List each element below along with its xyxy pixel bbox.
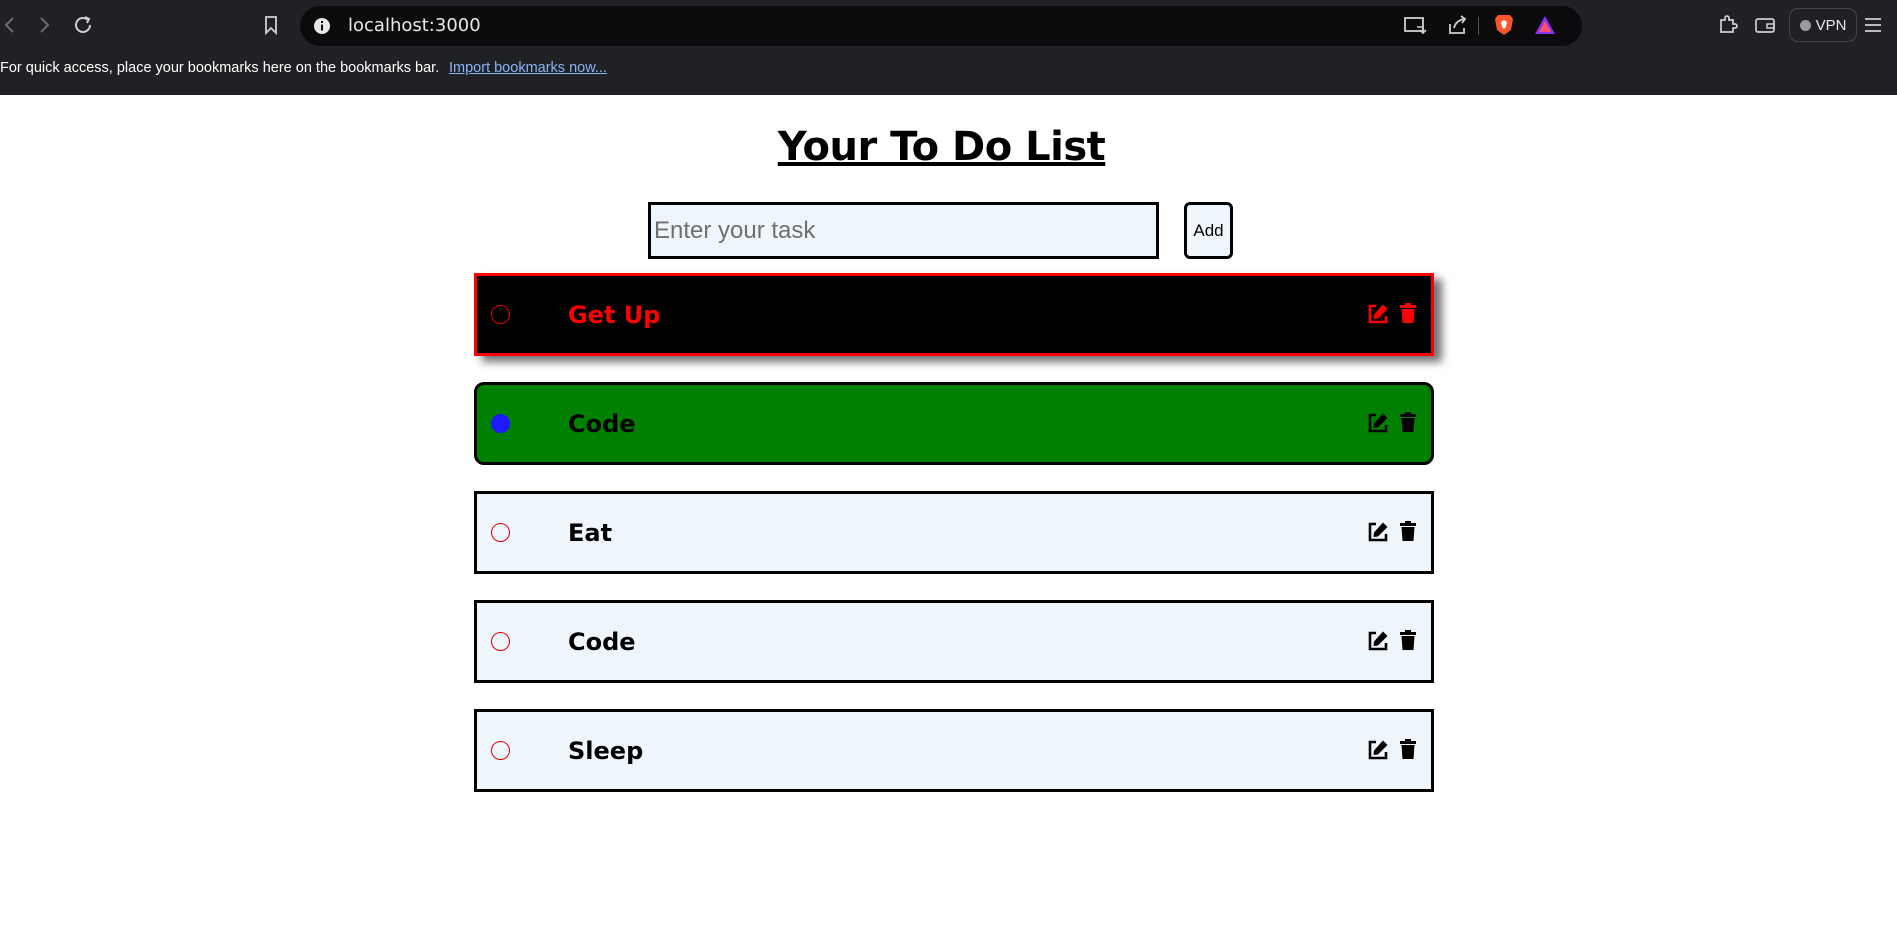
edit-icon[interactable] xyxy=(1366,738,1390,762)
trash-icon[interactable] xyxy=(1399,520,1417,542)
trash-icon[interactable] xyxy=(1399,302,1417,324)
edit-icon[interactable] xyxy=(1366,302,1390,326)
address-bar[interactable]: localhost:3000 xyxy=(300,6,1582,46)
page-title: Your To Do List xyxy=(777,124,1106,170)
trash-icon[interactable] xyxy=(1399,629,1417,651)
edit-icon[interactable] xyxy=(1366,629,1390,653)
task-label: Code xyxy=(568,628,636,656)
wallet-icon[interactable] xyxy=(1750,10,1780,40)
cast-icon[interactable] xyxy=(1400,10,1430,40)
task-item: Eat xyxy=(474,491,1434,574)
add-button[interactable]: Add xyxy=(1184,202,1233,259)
forward-button[interactable] xyxy=(30,10,60,40)
task-label: Sleep xyxy=(568,737,644,765)
toolbar-divider xyxy=(1478,17,1479,35)
bookmarks-prompt: For quick access, place your bookmarks h… xyxy=(0,60,440,76)
task-complete-toggle[interactable] xyxy=(491,305,510,324)
brave-shields-icon[interactable] xyxy=(1489,10,1519,40)
vpn-label: VPN xyxy=(1815,16,1847,34)
trash-icon[interactable] xyxy=(1399,738,1417,760)
bookmarks-bar: For quick access, place your bookmarks h… xyxy=(0,52,1897,95)
task-complete-toggle[interactable] xyxy=(491,632,510,651)
task-complete-toggle[interactable] xyxy=(491,414,510,433)
task-item: Sleep xyxy=(474,709,1434,792)
task-label: Eat xyxy=(568,519,613,547)
url-text[interactable]: localhost:3000 xyxy=(348,16,481,36)
task-item: Get Up xyxy=(474,273,1434,356)
task-item: Code xyxy=(474,382,1434,465)
import-bookmarks-link[interactable]: Import bookmarks now... xyxy=(449,60,607,76)
task-label: Code xyxy=(568,410,636,438)
vpn-button[interactable]: VPN xyxy=(1789,8,1857,42)
reload-button[interactable] xyxy=(68,10,98,40)
menu-icon[interactable] xyxy=(1858,10,1888,40)
site-info-icon[interactable] xyxy=(312,16,332,36)
task-input[interactable] xyxy=(648,202,1159,259)
trash-icon[interactable] xyxy=(1399,411,1417,433)
edit-icon[interactable] xyxy=(1366,520,1390,544)
back-button[interactable] xyxy=(0,10,24,40)
task-complete-toggle[interactable] xyxy=(491,741,510,760)
edit-icon[interactable] xyxy=(1366,411,1390,435)
browser-toolbar: localhost:3000 VPN xyxy=(0,0,1897,52)
extensions-icon[interactable] xyxy=(1713,10,1743,40)
bookmark-icon[interactable] xyxy=(256,10,286,40)
task-complete-toggle[interactable] xyxy=(491,523,510,542)
share-icon[interactable] xyxy=(1442,10,1472,40)
task-item: Code xyxy=(474,600,1434,683)
task-label: Get Up xyxy=(568,301,661,329)
brave-rewards-icon[interactable] xyxy=(1530,10,1560,40)
vpn-status-icon xyxy=(1799,19,1811,31)
